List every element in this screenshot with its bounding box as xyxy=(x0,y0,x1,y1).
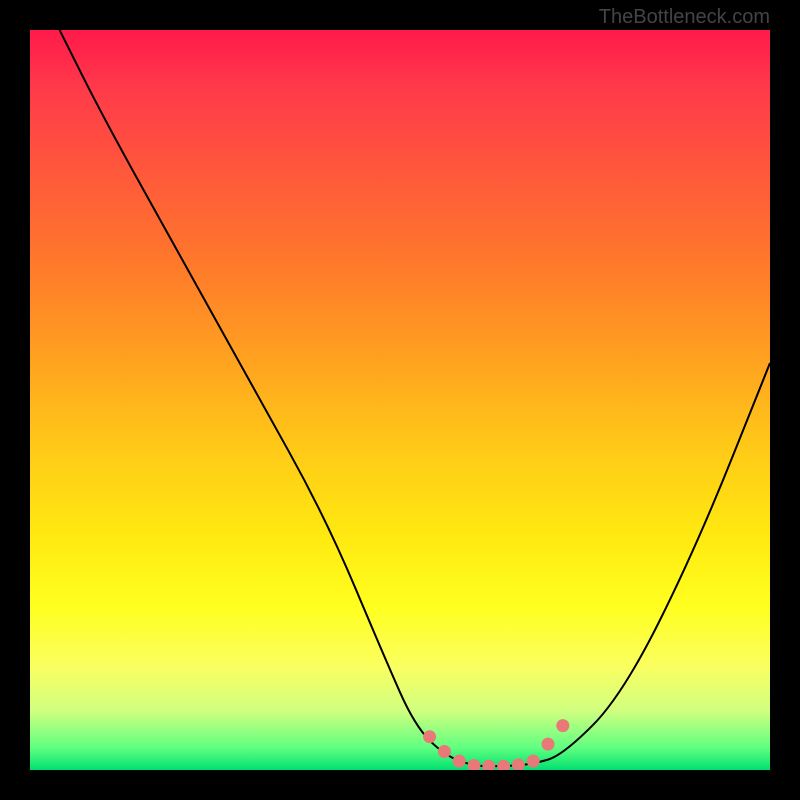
marker-dot xyxy=(556,719,569,732)
watermark-text: TheBottleneck.com xyxy=(599,6,770,29)
marker-dot xyxy=(423,730,436,743)
marker-dot xyxy=(453,755,466,768)
marker-dot xyxy=(468,759,481,770)
marker-dot xyxy=(497,760,510,770)
curve-markers xyxy=(423,719,569,770)
plot-area xyxy=(30,30,770,770)
marker-dot xyxy=(438,745,451,758)
marker-dot xyxy=(527,755,540,768)
marker-dot xyxy=(542,738,555,751)
marker-dot xyxy=(512,758,525,770)
marker-dot xyxy=(482,760,495,770)
chart-svg xyxy=(30,30,770,770)
chart-container: TheBottleneck.com xyxy=(0,0,800,800)
curve-line xyxy=(60,30,770,766)
